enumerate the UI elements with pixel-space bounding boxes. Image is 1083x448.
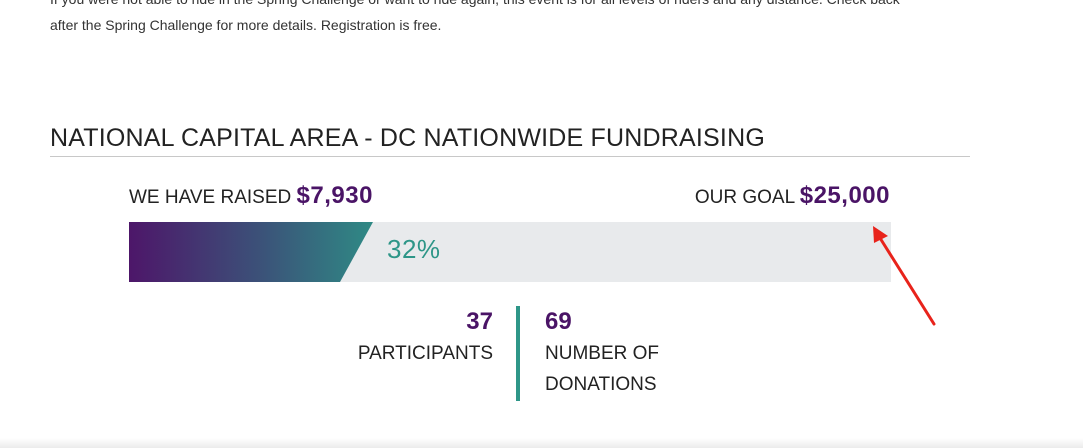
donations-stat: 69 NUMBER OF DONATIONS <box>545 306 659 400</box>
stats-divider <box>516 306 520 401</box>
participants-count: 37 <box>466 308 493 335</box>
raised-amount: $7,930 <box>296 182 373 209</box>
goal-label: OUR GOAL <box>694 187 795 208</box>
page-bottom-edge <box>0 438 1083 448</box>
progress-bar-fill <box>129 222 373 282</box>
participants-stat: 37 PARTICIPANTS <box>358 306 493 369</box>
raised-label: WE HAVE RAISED <box>129 187 292 208</box>
red-arrow-icon <box>873 226 936 326</box>
donations-label-line-1: NUMBER OF <box>545 343 659 364</box>
goal-amount: $25,000 <box>799 182 890 209</box>
progress-bar: 32% <box>129 222 891 282</box>
participants-label: PARTICIPANTS <box>357 343 493 364</box>
section-title: NATIONAL CAPITAL AREA - DC NATIONWIDE FU… <box>50 124 970 157</box>
progress-percent: 32% <box>387 234 441 264</box>
donations-label-line-2: DONATIONS <box>545 374 657 395</box>
intro-line-2: after the Spring Challenge for more deta… <box>50 17 442 33</box>
intro-line-1: If you were not able to ride in the Spri… <box>50 0 950 12</box>
donations-count: 69 <box>545 308 572 335</box>
raised-summary: WE HAVE RAISED $7,930 <box>129 182 373 210</box>
intro-text: If you were not able to ride in the Spri… <box>50 0 950 38</box>
goal-summary: OUR GOAL $25,000 <box>695 182 890 210</box>
